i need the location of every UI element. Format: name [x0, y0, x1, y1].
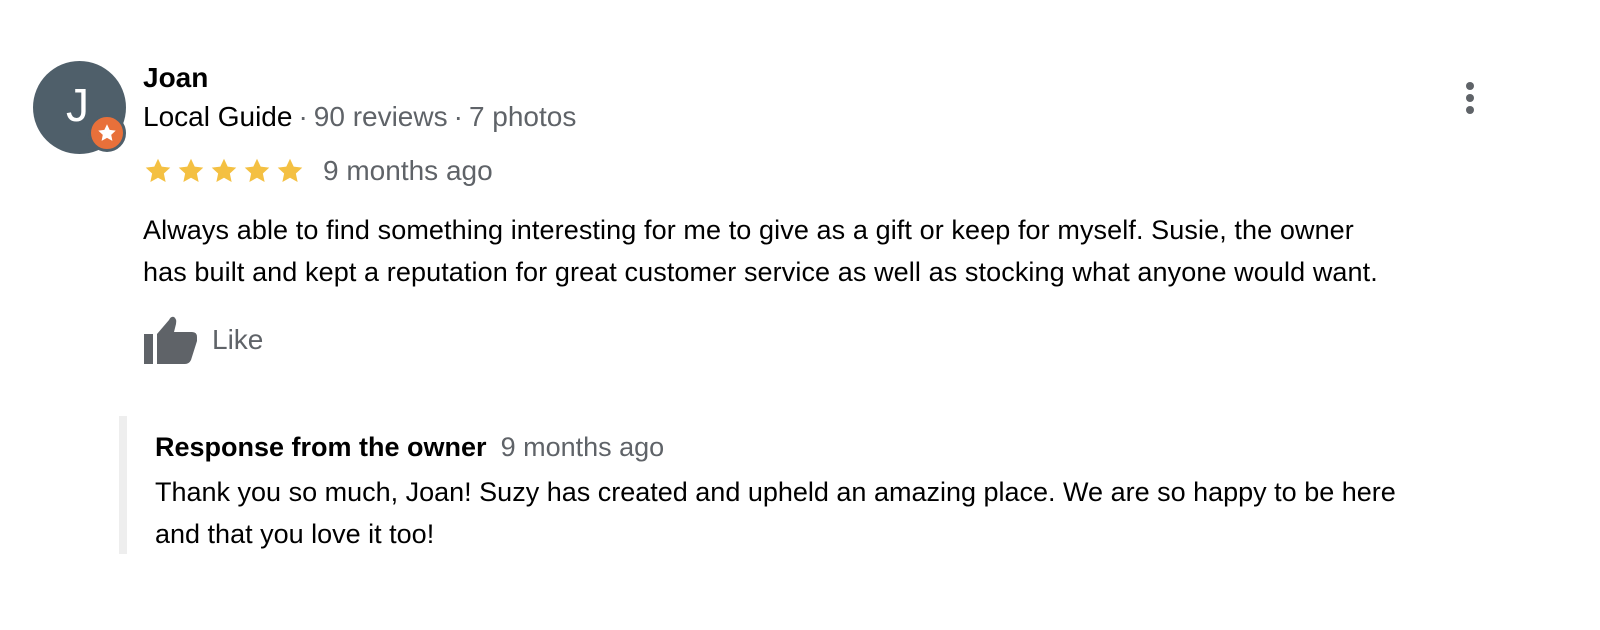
star-icon	[178, 158, 204, 182]
avatar-letter: J	[66, 78, 89, 131]
review-date: 9 months ago	[323, 155, 493, 186]
like-label: Like	[212, 324, 264, 355]
more-options-button[interactable]	[1455, 80, 1485, 116]
star-icon	[145, 158, 171, 182]
meta-separator: ·	[453, 101, 463, 132]
thumbs-up-icon	[144, 316, 197, 364]
meta-separator: ·	[298, 101, 308, 132]
review-text: Always able to find something interestin…	[143, 209, 1563, 293]
star-rating	[143, 156, 305, 186]
response-text-line: Thank you so much, Joan! Suzy has create…	[155, 477, 1396, 507]
response-text-line: and that you love it too!	[155, 519, 435, 549]
like-button[interactable]: Like	[143, 314, 263, 366]
author-review-count: 90 reviews	[313, 101, 448, 132]
review-card: J Joan Local Guide · 90 reviews · 7 photos 9…	[0, 0, 1600, 630]
rating-row: 9 months ago	[143, 154, 493, 188]
star-icon	[211, 158, 237, 182]
response-text: Thank you so much, Joan! Suzy has create…	[155, 471, 1555, 555]
star-icon	[277, 158, 303, 182]
author-photo-count: 7 photos	[468, 101, 577, 132]
response-header: Response from the owner 9 months ago	[155, 432, 664, 463]
author-level: Local Guide	[143, 101, 293, 132]
owner-response: Response from the owner 9 months ago Tha…	[119, 416, 1559, 554]
review-text-line: has built and kept a reputation for grea…	[143, 257, 1378, 287]
response-date: 9 months ago	[500, 432, 665, 462]
review-text-line: Always able to find something interestin…	[143, 215, 1354, 245]
response-title: Response from the owner	[155, 432, 487, 462]
star-icon	[244, 158, 270, 182]
author-name[interactable]: Joan	[143, 62, 208, 94]
more-vertical-icon	[1466, 82, 1474, 114]
local-guide-badge-icon	[88, 114, 126, 152]
author-meta: Local Guide · 90 reviews · 7 photos	[143, 101, 576, 133]
